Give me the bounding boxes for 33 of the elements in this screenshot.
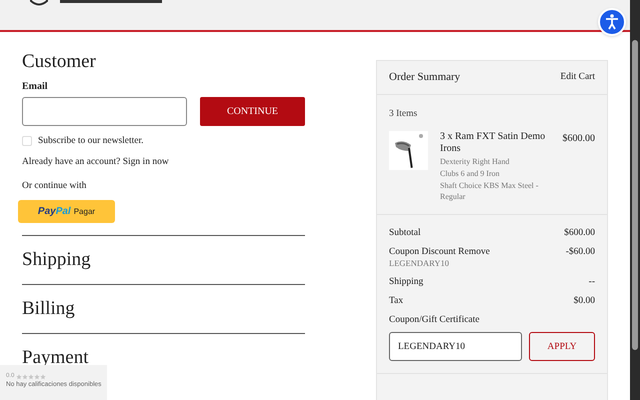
item-option: Clubs 6 and 9 Iron bbox=[440, 168, 556, 180]
coupon-field[interactable]: LEGENDARY10 bbox=[389, 332, 522, 362]
summary-value: -$60.00 bbox=[566, 246, 595, 260]
item-count: 3 Items bbox=[389, 108, 418, 121]
accessibility-icon bbox=[605, 14, 619, 30]
continue-button[interactable]: CONTINUE bbox=[200, 97, 305, 126]
summary-value: -- bbox=[588, 276, 595, 288]
item-price: $600.00 bbox=[562, 132, 595, 146]
item-option: Dexterity Right Hand bbox=[440, 156, 556, 168]
sign-in-text: Already have an account? Sign in now bbox=[22, 156, 170, 168]
panel-title: Order Summary bbox=[389, 70, 460, 86]
email-field[interactable] bbox=[22, 97, 187, 126]
continue-with-text: Or continue with bbox=[22, 180, 88, 192]
item-name: 3 x Ram FXT Satin Demo Irons bbox=[440, 131, 546, 156]
summary-value: $600.00 bbox=[564, 227, 595, 240]
summary-label: Coupon Discount Remove bbox=[389, 246, 490, 258]
section-title: Billing bbox=[22, 297, 75, 322]
apply-button[interactable]: APPLY bbox=[529, 332, 595, 362]
edit-cart-link[interactable]: Edit Cart bbox=[560, 70, 595, 85]
item-option: Shaft Choice KBS Max Steel - Regular bbox=[440, 180, 556, 202]
summary-label: Shipping bbox=[389, 276, 424, 288]
paypal-button[interactable]: PayPal Pagar bbox=[18, 200, 115, 224]
checkbox[interactable] bbox=[22, 136, 32, 146]
coupon-code: LEGENDARY10 bbox=[389, 258, 450, 270]
summary-label: Tax bbox=[389, 295, 404, 308]
section-title: Customer bbox=[22, 50, 97, 74]
checkbox-label: Subscribe to our newsletter. bbox=[38, 135, 144, 148]
section-title: Shipping bbox=[22, 248, 91, 272]
section-title: Payment bbox=[22, 346, 88, 370]
summary-value: $0.00 bbox=[574, 295, 595, 308]
field-label: Coupon/Gift Certificate bbox=[389, 314, 480, 326]
summary-label: Subtotal bbox=[389, 227, 421, 240]
field-label: Email bbox=[22, 81, 49, 93]
